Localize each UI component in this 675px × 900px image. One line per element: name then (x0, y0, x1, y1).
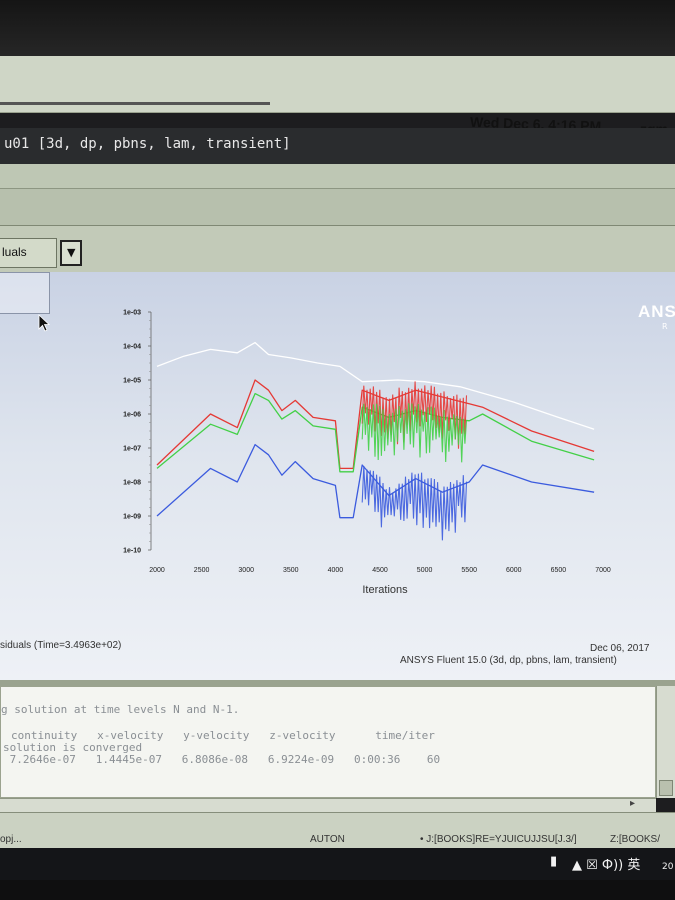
plot-caption-date: Dec 06, 2017 (590, 643, 650, 654)
system-tray[interactable]: ▲ ☒ Ф)) 英 (572, 854, 640, 873)
console-line: g solution at time levels N and N-1. (1, 703, 240, 716)
monitor-bezel-top (0, 0, 675, 56)
scroll-right-icon[interactable]: ▸ (630, 798, 635, 809)
tray-date-fragment: 20 (662, 862, 674, 872)
y-tick-label: 1e-09 (123, 514, 141, 521)
y-tick-label: 1e-04 (123, 344, 141, 351)
taskbar-item[interactable]: • J:[BOOKS]RE=YJUICUJJSU[J.3/] (420, 834, 577, 845)
series-oscillation-3 (361, 465, 468, 541)
x-tick-label: 7000 (595, 567, 611, 574)
residuals-plot: 1e-03 1e-04 1e-05 1e-06 1e-07 1e-08 1e-09 1e-10… (123, 310, 611, 597)
graphics-window-select-row (0, 226, 675, 273)
axis-ticks: 1e-03 1e-04 1e-05 1e-06 1e-07 1e-08 1e-09 1e-10… (123, 310, 611, 575)
tray-icon-flag[interactable]: ▮ (550, 854, 557, 869)
chevron-down-icon: ▼ (67, 246, 76, 259)
residual-oscillations (361, 381, 468, 541)
x-tick-label: 3500 (283, 567, 299, 574)
x-tick-label: 5500 (461, 567, 477, 574)
console-output[interactable]: g solution at time levels N and N-1. con… (0, 686, 656, 798)
y-tick-label: 1e-08 (123, 480, 141, 487)
y-tick-label: 1e-06 (123, 412, 141, 419)
x-tick-label: 6000 (506, 567, 522, 574)
scrollbar-thumb[interactable] (659, 780, 673, 796)
menu-bar (0, 164, 675, 189)
mouse-pointer-icon (38, 314, 51, 332)
taskbar-item[interactable]: Z:[BOOKS/ (610, 834, 660, 845)
x-tick-label: 2000 (149, 567, 165, 574)
monitor-bezel-bottom (0, 880, 675, 900)
ansys-logo: ANS (638, 302, 675, 321)
y-tick-label: 1e-10 (123, 548, 141, 555)
y-tick-label: 1e-03 (123, 310, 141, 317)
console-values: 7.2646e-07 1.4445e-07 6.8086e-08 6.9224e… (3, 753, 441, 766)
x-tick-label: 4500 (372, 567, 388, 574)
x-tick-label: 3000 (238, 567, 254, 574)
top-bar-divider (0, 102, 270, 105)
taskbar-item[interactable]: opj... (0, 834, 22, 845)
y-tick-label: 1e-05 (123, 378, 141, 385)
x-tick-label: 6500 (551, 567, 567, 574)
x-axis-label: Iterations (362, 584, 408, 596)
toolbar (0, 189, 675, 226)
graphics-window-dropdown-value: luals (2, 245, 27, 259)
ansys-logo-sub: R (662, 322, 668, 331)
plot-caption-version: ANSYS Fluent 15.0 (3d, dp, pbns, lam, tr… (400, 655, 617, 666)
y-tick-label: 1e-07 (123, 446, 141, 453)
plot-caption-title: siduals (Time=3.4963e+02) (0, 640, 122, 651)
x-tick-label: 2500 (194, 567, 210, 574)
window-title: u01 [3d, dp, pbns, lam, transient] (4, 136, 291, 152)
x-tick-label: 5000 (417, 567, 433, 574)
console-scrollbar-horizontal[interactable] (0, 798, 656, 813)
taskbar-item[interactable]: AUTON (310, 834, 345, 845)
x-tick-label: 4000 (328, 567, 344, 574)
